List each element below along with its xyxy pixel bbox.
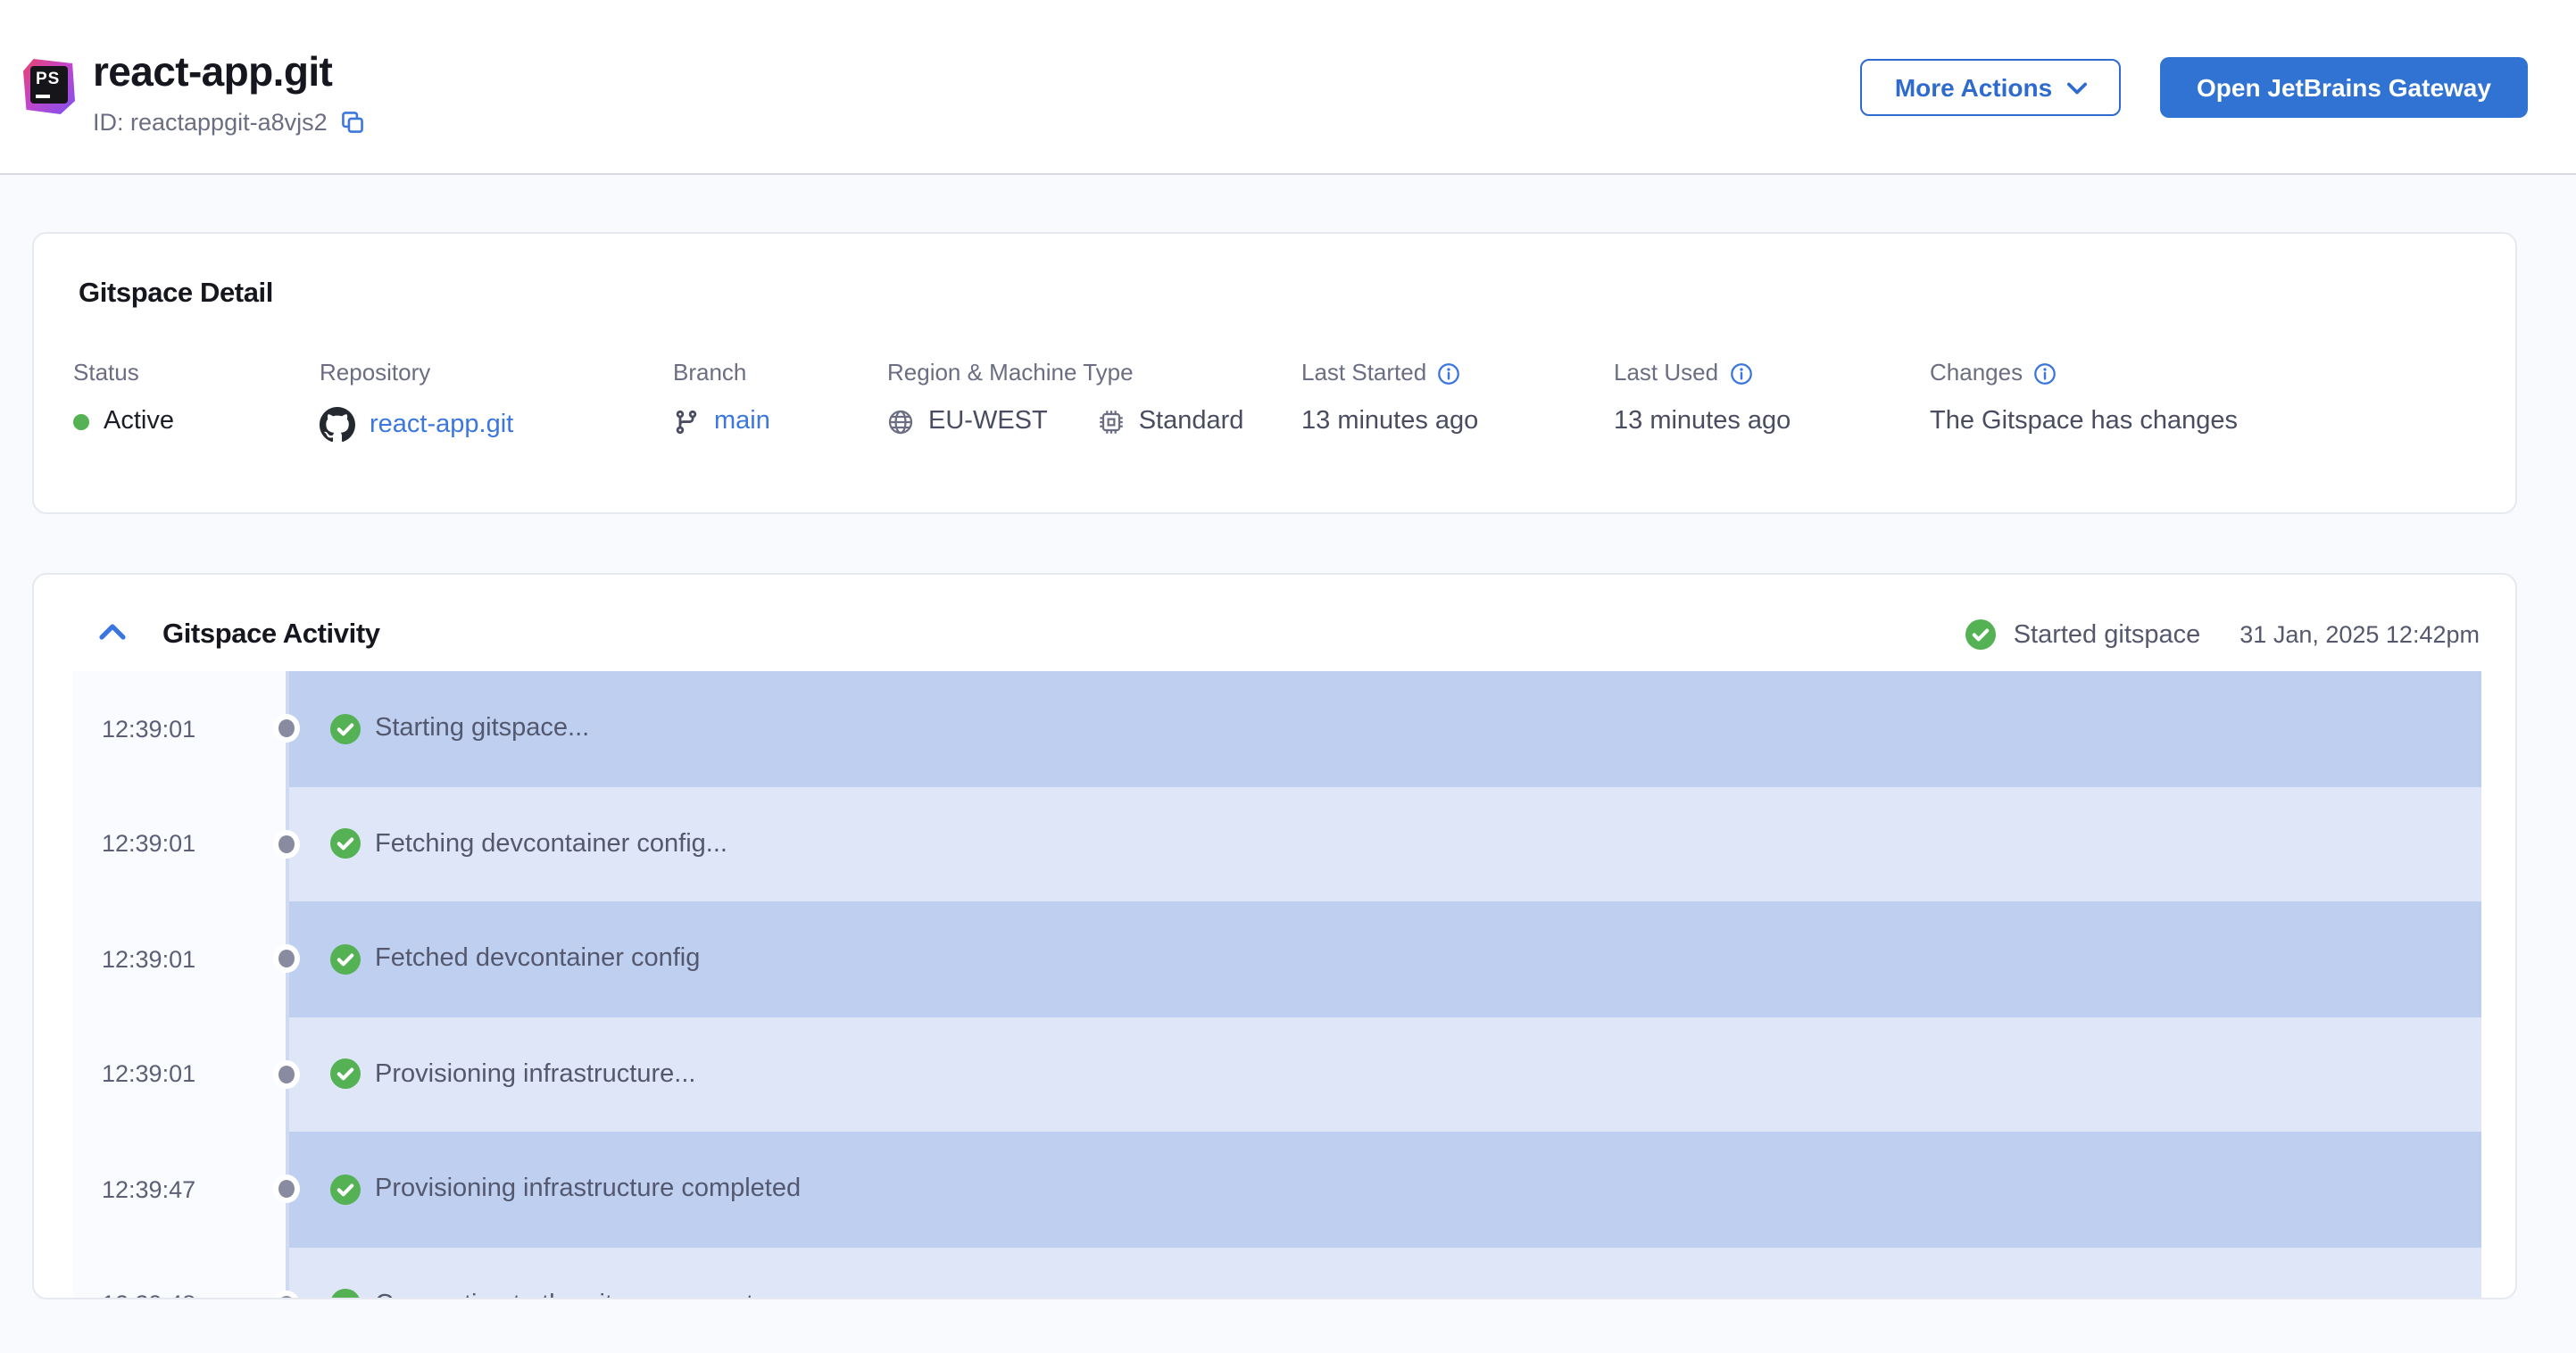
log-message: Fetched devcontainer config bbox=[375, 944, 701, 974]
last-started-value: 13 minutes ago bbox=[1301, 407, 1479, 436]
field-branch: Branch main bbox=[673, 359, 770, 437]
last-used-value: 13 minutes ago bbox=[1614, 407, 1791, 436]
timeline-dot bbox=[278, 950, 295, 967]
timeline-dot bbox=[278, 834, 295, 852]
check-circle-icon bbox=[330, 1174, 361, 1205]
field-region-machine: Region & Machine Type EU-WEST Standard bbox=[887, 359, 1244, 437]
check-circle-icon bbox=[1965, 619, 1996, 650]
gitspace-detail-page: PS react-app.git ID: reactappgit-a8vjs2 … bbox=[0, 0, 2576, 1353]
more-actions-label: More Actions bbox=[1894, 73, 2053, 102]
log-message: Connecting to the gitspace agent bbox=[375, 1291, 753, 1299]
repository-link[interactable]: react-app.git bbox=[370, 410, 513, 440]
branch-label: Branch bbox=[673, 359, 747, 386]
timeline-dot bbox=[278, 1180, 295, 1198]
region-value: EU-WEST bbox=[928, 407, 1048, 436]
activity-status: Started gitspace 31 Jan, 2025 12:42pm bbox=[1965, 619, 2480, 650]
log-timestamp: 12:39:01 bbox=[73, 786, 287, 901]
globe-icon bbox=[888, 410, 913, 435]
git-branch-icon bbox=[676, 410, 697, 435]
page-title: react-app.git bbox=[93, 48, 333, 95]
copy-icon[interactable] bbox=[342, 111, 365, 134]
log-row: 12:39:01 Provisioning infrastructure... bbox=[73, 1017, 2481, 1132]
repository-label: Repository bbox=[320, 359, 431, 386]
gitspace-activity-card: Gitspace Activity Started gitspace 31 Ja… bbox=[32, 573, 2517, 1299]
log-row: 12:39:01 Fetched devcontainer config bbox=[73, 901, 2481, 1017]
field-last-started: Last Started 13 minutes ago bbox=[1301, 359, 1479, 437]
chevron-down-icon bbox=[2066, 81, 2087, 94]
log-timestamp: 12:39:01 bbox=[73, 671, 287, 786]
region-machine-label: Region & Machine Type bbox=[887, 359, 1134, 386]
info-icon[interactable] bbox=[1729, 361, 1752, 385]
log-message: Provisioning infrastructure... bbox=[375, 1059, 696, 1089]
field-status: Status Active bbox=[73, 359, 174, 437]
timeline-dot bbox=[278, 719, 295, 737]
last-used-label: Last Used bbox=[1614, 359, 1719, 386]
activity-log: 12:39:01 Starting gitspace... 12:39:01 F… bbox=[73, 671, 2481, 1299]
field-repository: Repository react-app.git bbox=[320, 359, 513, 443]
status-active-dot-icon bbox=[73, 414, 89, 430]
log-row: 12:39:48 Connecting to the gitspace agen… bbox=[73, 1247, 2481, 1299]
status-label: Status bbox=[73, 359, 139, 386]
log-row: 12:39:01 Starting gitspace... bbox=[73, 671, 2481, 786]
check-circle-icon bbox=[330, 828, 361, 859]
last-started-label: Last Started bbox=[1301, 359, 1427, 386]
gitspace-id-row: ID: reactappgit-a8vjs2 bbox=[93, 109, 365, 136]
activity-status-text: Started gitspace bbox=[2013, 620, 2201, 649]
info-icon[interactable] bbox=[1437, 361, 1460, 385]
changes-label: Changes bbox=[1930, 359, 2023, 386]
phpstorm-logo-icon: PS bbox=[23, 59, 75, 114]
check-circle-icon bbox=[330, 943, 361, 975]
log-row: 12:39:01 Fetching devcontainer config... bbox=[73, 786, 2481, 901]
gitspace-detail-card: Gitspace Detail Status Active Repository… bbox=[32, 232, 2517, 514]
github-icon bbox=[320, 407, 355, 443]
check-circle-icon bbox=[330, 713, 361, 744]
open-jetbrains-gateway-label: Open JetBrains Gateway bbox=[2197, 73, 2491, 102]
log-message: Starting gitspace... bbox=[375, 714, 590, 743]
chevron-up-icon[interactable] bbox=[98, 621, 127, 643]
timeline-dot bbox=[278, 1065, 295, 1083]
activity-status-time: 31 Jan, 2025 12:42pm bbox=[2239, 621, 2480, 648]
timeline-line bbox=[286, 671, 288, 1298]
log-message: Provisioning infrastructure completed bbox=[375, 1175, 802, 1204]
info-icon[interactable] bbox=[2033, 361, 2057, 385]
status-value: Active bbox=[104, 407, 174, 436]
log-timestamp: 12:39:47 bbox=[73, 1132, 287, 1247]
gitspace-activity-heading: Gitspace Activity bbox=[162, 619, 380, 650]
log-timestamp: 12:39:01 bbox=[73, 1017, 287, 1132]
check-circle-icon bbox=[331, 1289, 360, 1298]
phpstorm-logo-box: PS bbox=[30, 66, 68, 104]
more-actions-button[interactable]: More Actions bbox=[1860, 59, 2121, 116]
phpstorm-logo-text: PS bbox=[36, 70, 61, 89]
log-message: Fetching devcontainer config... bbox=[375, 829, 727, 859]
gitspace-id: ID: reactappgit-a8vjs2 bbox=[93, 109, 328, 136]
field-changes: Changes The Gitspace has changes bbox=[1930, 359, 2238, 437]
log-row: 12:39:47 Provisioning infrastructure com… bbox=[73, 1132, 2481, 1247]
machine-type-value: Standard bbox=[1138, 407, 1244, 436]
open-jetbrains-gateway-button[interactable]: Open JetBrains Gateway bbox=[2160, 57, 2528, 118]
page-header: PS react-app.git ID: reactappgit-a8vjs2 … bbox=[0, 0, 2576, 175]
gitspace-detail-heading: Gitspace Detail bbox=[79, 278, 273, 309]
cpu-icon bbox=[1099, 411, 1123, 434]
phpstorm-logo-underscore bbox=[36, 94, 50, 98]
check-circle-icon bbox=[330, 1058, 361, 1090]
log-timestamp: 12:39:48 bbox=[73, 1247, 287, 1298]
log-timestamp: 12:39:01 bbox=[73, 901, 287, 1017]
changes-value: The Gitspace has changes bbox=[1930, 407, 2238, 436]
field-last-used: Last Used 13 minutes ago bbox=[1614, 359, 1791, 437]
branch-link[interactable]: main bbox=[714, 407, 770, 437]
